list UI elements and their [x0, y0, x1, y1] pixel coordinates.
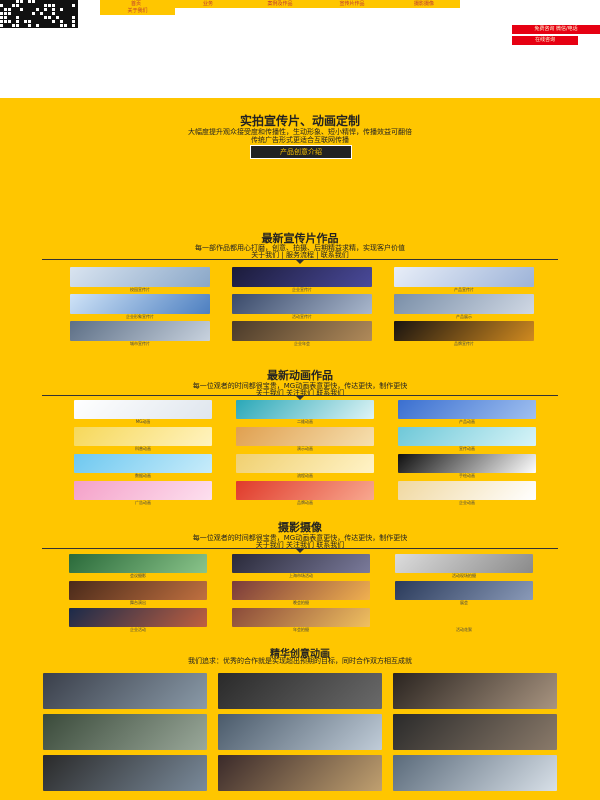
thumbnail-caption: 品牌动画 — [297, 500, 313, 505]
thumbnail-caption: 流程动画 — [297, 473, 313, 478]
gallery-thumbnail[interactable] — [218, 714, 382, 750]
gallery-thumbnail[interactable] — [232, 608, 370, 627]
thumbnail-caption: 企业宣传片 — [292, 287, 312, 292]
gallery-thumbnail[interactable] — [69, 554, 207, 573]
triangle-down-icon — [295, 548, 305, 553]
nav-item-business[interactable]: 业务 — [172, 0, 244, 8]
nav-item-about[interactable]: 关于我们 — [100, 8, 175, 15]
gallery-thumbnail[interactable] — [236, 427, 374, 446]
gallery-thumbnail[interactable] — [70, 294, 210, 314]
gallery-thumbnail[interactable] — [398, 400, 536, 419]
thumbnail-caption: 科普动画 — [135, 446, 151, 451]
gallery-thumbnail[interactable] — [218, 673, 382, 709]
gallery-thumbnail[interactable] — [232, 554, 370, 573]
gallery-thumbnail[interactable] — [394, 267, 534, 287]
thumbnail-caption: 产品动画 — [459, 419, 475, 424]
thumbnail-caption: 产品展示 — [456, 314, 472, 319]
gallery-thumbnail[interactable] — [395, 581, 533, 600]
gallery-thumbnail[interactable] — [74, 454, 212, 473]
gallery-thumbnail[interactable] — [232, 581, 370, 600]
gallery-thumbnail[interactable] — [393, 714, 557, 750]
thumbnail-caption: 产品宣传片 — [454, 287, 474, 292]
nav-item-videos[interactable]: 宣传片作品 — [316, 0, 388, 8]
thumbnail-caption: 企业动画 — [459, 500, 475, 505]
nav-item-home[interactable]: 首页 — [100, 0, 172, 8]
nav-item-photo[interactable]: 摄影摄像 — [388, 0, 460, 8]
thumbnail-caption: 广告动画 — [135, 500, 151, 505]
thumbnail-caption: 展会 — [460, 600, 468, 605]
nav-item-cases[interactable]: 案例及作品 — [244, 0, 316, 8]
gallery-thumbnail[interactable] — [395, 608, 533, 627]
gallery-thumbnail[interactable] — [232, 321, 372, 341]
gallery-thumbnail[interactable] — [236, 481, 374, 500]
gallery-thumbnail[interactable] — [74, 427, 212, 446]
gallery-thumbnail[interactable] — [398, 481, 536, 500]
gallery-thumbnail[interactable] — [236, 454, 374, 473]
gallery-thumbnail[interactable] — [74, 400, 212, 419]
gallery-thumbnail[interactable] — [74, 481, 212, 500]
gallery-thumbnail[interactable] — [395, 554, 533, 573]
gallery-thumbnail[interactable] — [398, 454, 536, 473]
gallery-thumbnail[interactable] — [394, 321, 534, 341]
main-nav: 首页 业务 案例及作品 宣传片作品 摄影摄像 — [100, 0, 460, 8]
gallery-thumbnail[interactable] — [69, 581, 207, 600]
gallery-thumbnail[interactable] — [398, 427, 536, 446]
gallery-thumbnail[interactable] — [70, 321, 210, 341]
thumbnail-caption: 演示动画 — [297, 446, 313, 451]
thumbnail-caption: 企业年会 — [294, 341, 310, 346]
hero-line-2: 传统广告形式更适合互联网传播 — [251, 136, 349, 144]
gallery-thumbnail[interactable] — [218, 755, 382, 791]
gallery-thumbnail[interactable] — [393, 755, 557, 791]
header-bar: 首页 业务 案例及作品 宣传片作品 摄影摄像 关于我们 免费咨询 微信/电话 在… — [0, 0, 600, 98]
contact-button[interactable]: 免费咨询 微信/电话 — [512, 25, 600, 34]
gallery-thumbnail[interactable] — [69, 608, 207, 627]
triangle-down-icon — [295, 259, 305, 264]
thumbnail-caption: 企业形象宣传片 — [126, 314, 154, 319]
thumbnail-caption: 舞台演出 — [130, 600, 146, 605]
thumbnail-caption: 活动花絮 — [456, 627, 472, 632]
thumbnail-caption: 活动现场拍摄 — [452, 573, 476, 578]
qr-code-icon — [0, 0, 78, 28]
thumbnail-caption: 上海市场活动 — [289, 573, 313, 578]
product-intro-button[interactable]: 产品创意介绍 — [250, 145, 352, 159]
thumbnail-caption: 校园宣传片 — [130, 287, 150, 292]
consult-button[interactable]: 在线咨询 — [512, 36, 578, 45]
gallery-thumbnail[interactable] — [70, 267, 210, 287]
thumbnail-caption: 晚会拍摄 — [293, 600, 309, 605]
thumbnail-caption: 手绘动画 — [459, 473, 475, 478]
thumbnail-caption: 二维动画 — [297, 419, 313, 424]
thumbnail-caption: MG动画 — [135, 419, 151, 424]
section-creative-sub-1: 我们追求：优秀的合作就是实现超出预期的目标，同时合作双方相互成就 — [188, 657, 412, 665]
gallery-thumbnail[interactable] — [232, 294, 372, 314]
thumbnail-caption: 数据动画 — [135, 473, 151, 478]
thumbnail-caption: 宣传动画 — [459, 446, 475, 451]
thumbnail-caption: 会议摄影 — [130, 573, 146, 578]
gallery-thumbnail[interactable] — [232, 267, 372, 287]
gallery-thumbnail[interactable] — [393, 673, 557, 709]
thumbnail-caption: 企业活动 — [130, 627, 146, 632]
thumbnail-caption: 城市宣传片 — [130, 341, 150, 346]
gallery-thumbnail[interactable] — [394, 294, 534, 314]
gallery-thumbnail[interactable] — [236, 400, 374, 419]
thumbnail-caption: 品牌宣传片 — [454, 341, 474, 346]
gallery-thumbnail[interactable] — [43, 714, 207, 750]
gallery-thumbnail[interactable] — [43, 755, 207, 791]
thumbnail-caption: 年会拍摄 — [293, 627, 309, 632]
thumbnail-caption: 活动宣传片 — [292, 314, 312, 319]
gallery-thumbnail[interactable] — [43, 673, 207, 709]
